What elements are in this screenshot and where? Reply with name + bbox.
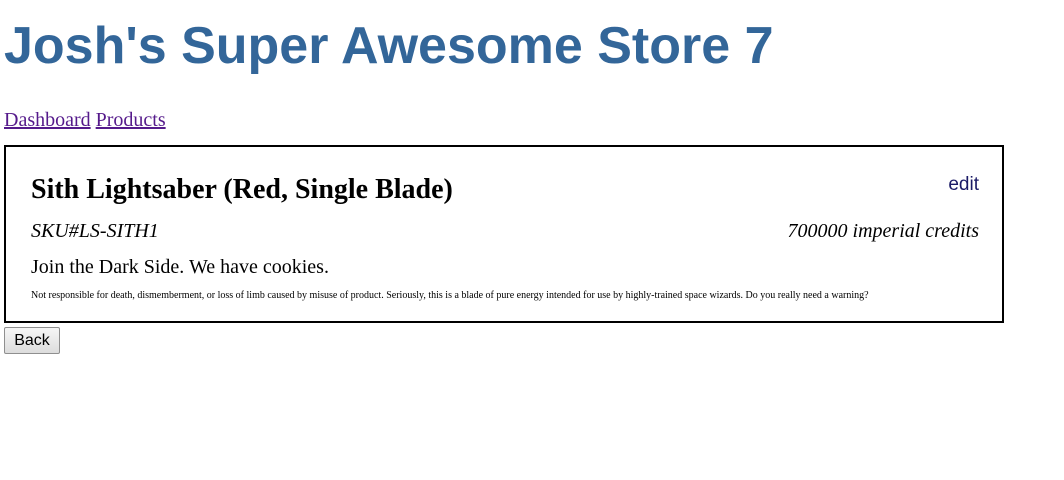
main-nav: Dashboard Products <box>4 108 166 132</box>
product-name: Sith Lightsaber (Red, Single Blade) <box>31 174 453 205</box>
product-description: Join the Dark Side. We have cookies. <box>31 256 329 278</box>
product-sku: SKU#LS-SITH1 <box>31 220 159 242</box>
product-price: 700000 imperial credits <box>787 220 979 242</box>
back-button[interactable]: Back <box>4 327 60 354</box>
product-disclaimer: Not responsible for death, dismemberment… <box>31 290 869 301</box>
nav-link-products[interactable]: Products <box>96 109 166 131</box>
product-card: Sith Lightsaber (Red, Single Blade) edit… <box>4 145 1004 323</box>
nav-link-dashboard[interactable]: Dashboard <box>4 109 91 131</box>
edit-link[interactable]: edit <box>948 173 979 197</box>
store-title: Josh's Super Awesome Store 7 <box>4 17 774 75</box>
